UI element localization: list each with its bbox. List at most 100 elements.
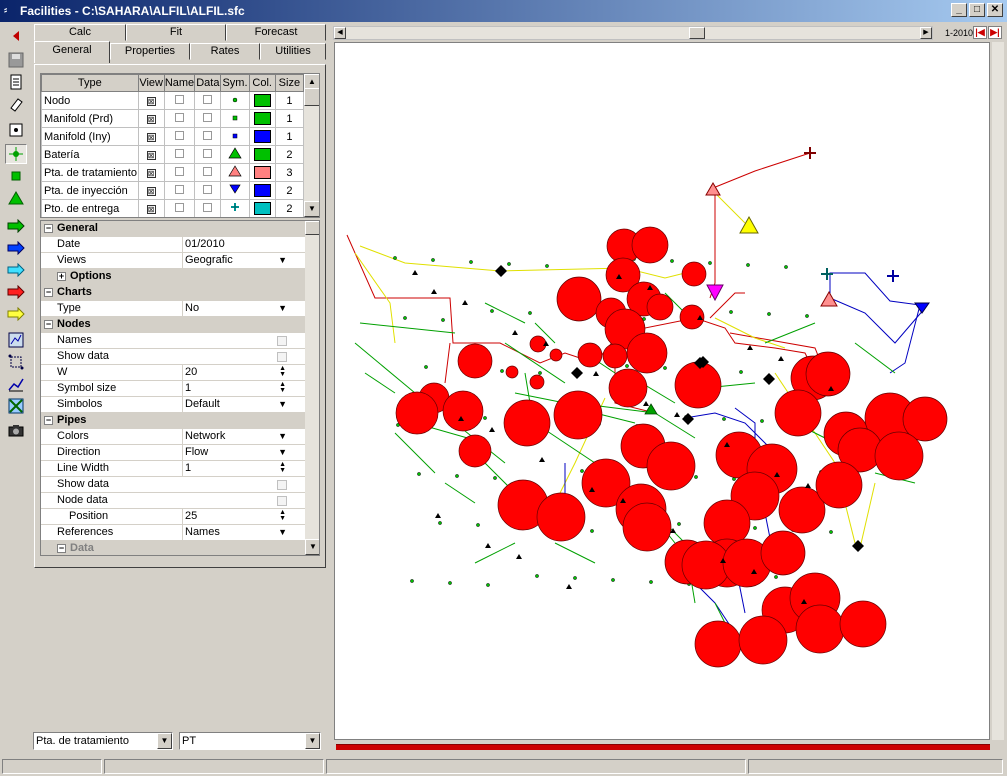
pipe-yellow[interactable] xyxy=(714,192,746,224)
production-bubble[interactable] xyxy=(774,389,822,437)
size-cell[interactable]: 1 xyxy=(274,91,305,110)
section-general[interactable]: − General xyxy=(41,221,305,237)
production-bubble[interactable] xyxy=(760,530,806,576)
diamond-marker-icon[interactable] xyxy=(571,367,583,379)
node-dot[interactable] xyxy=(448,581,452,585)
size-cell[interactable]: 1 xyxy=(274,127,305,146)
pipe-green[interactable] xyxy=(854,342,896,374)
collapse-icon[interactable]: − xyxy=(44,288,53,297)
node-dot[interactable] xyxy=(438,521,442,525)
injection-plant-icon[interactable] xyxy=(706,284,724,302)
type-cell[interactable]: Manifold (Prd) xyxy=(41,109,139,128)
flow-arrow-icon[interactable] xyxy=(674,412,680,417)
tab-fit[interactable]: Fit xyxy=(126,24,226,41)
camera-icon[interactable] xyxy=(5,420,27,440)
property-value[interactable]: Default ▼ xyxy=(182,397,289,412)
chevron-down-icon[interactable]: ▼ xyxy=(278,445,287,460)
production-bubble[interactable] xyxy=(874,431,924,481)
pipe-green[interactable] xyxy=(484,302,526,324)
production-bubble[interactable] xyxy=(556,276,602,322)
node-dot[interactable] xyxy=(722,417,726,421)
production-bubble[interactable] xyxy=(602,343,628,369)
network-map-canvas[interactable] xyxy=(335,43,990,740)
map-view-icon[interactable] xyxy=(5,330,27,350)
production-bubble[interactable] xyxy=(646,293,674,321)
triangle-symbol-icon[interactable] xyxy=(220,145,250,164)
pipe-green[interactable] xyxy=(474,542,516,564)
tab-forecast[interactable]: Forecast xyxy=(226,24,326,41)
props-scroll-thumb[interactable] xyxy=(305,221,319,235)
chevron-down-icon[interactable]: ▼ xyxy=(278,397,287,412)
spin-arrows-icon[interactable]: ▲ ▼ xyxy=(279,461,286,474)
node-dot[interactable] xyxy=(670,259,674,263)
chevron-down-icon[interactable]: ▼ xyxy=(157,733,172,749)
flow-arrow-icon[interactable] xyxy=(512,330,518,335)
production-bubble[interactable] xyxy=(815,461,863,509)
column-header[interactable]: Name xyxy=(163,74,196,92)
property-row[interactable]: Show data xyxy=(41,349,305,365)
chevron-down-icon[interactable]: ▼ xyxy=(305,733,320,749)
property-row[interactable]: Date 01/2010 xyxy=(41,237,305,253)
type-cell[interactable]: Nodo xyxy=(41,91,139,110)
minimize-button[interactable]: _ xyxy=(951,3,967,17)
production-bubble[interactable] xyxy=(536,492,586,542)
property-value[interactable]: Geografic ▼ xyxy=(182,253,289,268)
property-row[interactable]: Colors Network ▼ xyxy=(41,429,305,445)
flow-arrow-icon[interactable] xyxy=(485,543,491,548)
node-dot[interactable] xyxy=(611,578,615,582)
tab-rates[interactable]: Rates xyxy=(190,43,260,60)
type-cell[interactable]: Pta. de inyección xyxy=(41,181,139,200)
node-dot[interactable] xyxy=(486,583,490,587)
flow-arrow-icon[interactable] xyxy=(566,584,572,589)
production-bubble[interactable] xyxy=(646,441,696,491)
maximize-button[interactable]: □ xyxy=(969,3,985,17)
tab-properties[interactable]: Properties xyxy=(110,43,190,60)
node-dot[interactable] xyxy=(625,364,629,368)
chevron-down-icon[interactable]: ▼ xyxy=(278,429,287,444)
section-data[interactable]: − Data xyxy=(41,541,305,555)
dot-symbol-icon[interactable] xyxy=(220,91,250,110)
size-cell[interactable]: 3 xyxy=(274,163,305,182)
document-icon[interactable] xyxy=(5,72,27,92)
name-checkbox[interactable] xyxy=(163,163,196,182)
node-dot[interactable] xyxy=(590,529,594,533)
diamond-marker-icon[interactable] xyxy=(495,265,507,277)
property-row[interactable]: W 20 ▲ ▼ xyxy=(41,365,305,381)
injection-plant-icon[interactable] xyxy=(914,302,930,314)
spin-arrows-icon[interactable]: ▲ ▼ xyxy=(279,381,286,394)
property-checkbox[interactable] xyxy=(277,480,287,490)
data-checkbox[interactable] xyxy=(194,199,222,217)
property-row[interactable]: Direction Flow ▼ xyxy=(41,445,305,461)
scroll-left-icon[interactable]: ◀ xyxy=(334,27,346,39)
pipe-green[interactable] xyxy=(394,432,436,474)
node-dot[interactable] xyxy=(694,475,698,479)
view-checkbox[interactable]: ⊠ xyxy=(137,91,165,110)
production-bubble[interactable] xyxy=(681,261,707,287)
time-scroll-thumb[interactable] xyxy=(689,27,705,39)
name-checkbox[interactable] xyxy=(163,109,196,128)
name-checkbox[interactable] xyxy=(163,199,196,217)
node-dot[interactable] xyxy=(805,314,809,318)
pipe-blue[interactable] xyxy=(829,297,926,344)
node-dot[interactable] xyxy=(469,260,473,264)
battery-tool-icon[interactable] xyxy=(5,188,27,208)
color-swatch[interactable] xyxy=(248,91,276,110)
treatment-plant-icon[interactable] xyxy=(820,290,838,307)
chevron-down-icon[interactable]: ▼ xyxy=(278,253,287,268)
pipe-yellow[interactable] xyxy=(714,317,786,349)
table-row[interactable]: Pta. de inyección ⊠ 2 xyxy=(41,181,305,200)
diamond-marker-icon[interactable] xyxy=(763,373,775,385)
production-bubble[interactable] xyxy=(442,390,484,432)
expand-icon[interactable]: + xyxy=(57,272,66,281)
production-bubble[interactable] xyxy=(626,332,668,374)
property-value[interactable]: 01/2010 xyxy=(182,237,289,252)
node-dot[interactable] xyxy=(746,263,750,267)
column-header[interactable]: Size xyxy=(274,74,305,92)
network-map[interactable] xyxy=(334,42,990,740)
yellow-plant-icon[interactable] xyxy=(739,215,759,234)
column-header[interactable]: View xyxy=(137,74,165,92)
pipe-green[interactable] xyxy=(364,372,396,394)
color-swatch[interactable] xyxy=(248,163,276,182)
chevron-down-icon[interactable]: ▼ xyxy=(278,301,287,316)
node-dot[interactable] xyxy=(476,523,480,527)
